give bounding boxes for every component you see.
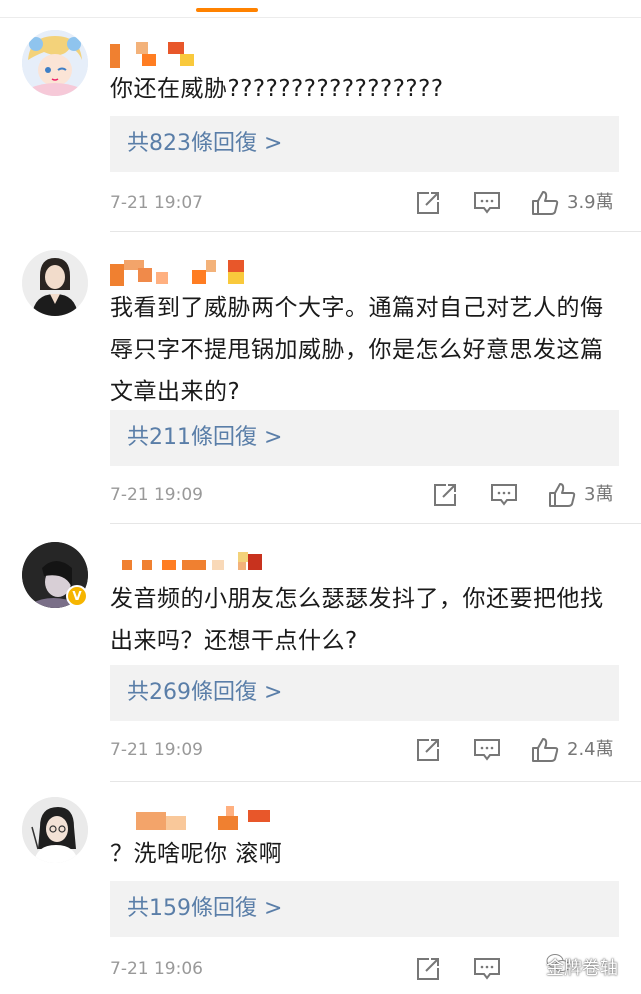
timestamp: 7-21 19:07	[110, 193, 203, 213]
like-count: 3萬	[584, 484, 614, 505]
comment-item: V 发音频的小朋友怎么瑟瑟发抖了，你还要把他找出来吗？还想干点什么? 共269條…	[0, 524, 641, 782]
comment-actions: 3萬	[432, 480, 627, 510]
share-icon[interactable]	[415, 956, 441, 986]
like-count: 3.9萬	[567, 192, 614, 213]
comment-actions: 3.9萬	[415, 188, 625, 218]
reply-count-link[interactable]: 共211條回復 >	[110, 410, 619, 466]
comment-item: 我看到了威胁两个大字。通篇对自己对艺人的侮辱只字不提甩锅加威胁，你是怎么好意思发…	[0, 232, 641, 524]
comment-icon[interactable]	[490, 482, 518, 512]
reply-count-link[interactable]: 共823條回復 >	[110, 116, 619, 172]
like-icon[interactable]	[531, 190, 559, 220]
comment-text: 发音频的小朋友怎么瑟瑟发抖了，你还要把他找出来吗？还想干点什么?	[110, 586, 604, 654]
reply-count-link[interactable]: 共159條回復 >	[110, 881, 619, 937]
like-icon[interactable]	[548, 482, 576, 512]
username-redacted[interactable]	[110, 42, 200, 70]
comment-actions: 2.4萬	[415, 735, 625, 765]
comment-icon[interactable]	[473, 737, 501, 767]
share-icon[interactable]	[415, 737, 441, 767]
comment-actions	[415, 954, 515, 984]
comment-text: ？洗啥呢你 滚啊	[110, 841, 283, 867]
comment-icon[interactable]	[473, 956, 501, 986]
watermark-text: 金牌卷轴	[546, 958, 618, 979]
timestamp: 7-21 19:06	[110, 959, 203, 979]
avatar[interactable]	[22, 250, 88, 316]
verified-badge: V	[66, 585, 88, 607]
username-redacted[interactable]	[110, 552, 262, 580]
share-icon[interactable]	[432, 482, 458, 512]
share-icon[interactable]	[415, 190, 441, 220]
comment-icon[interactable]	[473, 190, 501, 220]
timestamp: 7-21 19:09	[110, 485, 203, 505]
username-redacted[interactable]	[110, 806, 280, 834]
comment-text: 我看到了威胁两个大字。通篇对自己对艺人的侮辱只字不提甩锅加威胁，你是怎么好意思发…	[110, 295, 604, 405]
comment-item: ？洗啥呢你 滚啊 共159條回復 > 7-21 19:06	[0, 782, 641, 994]
username-redacted[interactable]	[110, 260, 250, 288]
like-count: 2.4萬	[567, 739, 614, 760]
timestamp: 7-21 19:09	[110, 740, 203, 760]
comment-item: 你还在威胁????????????????? 共823條回復 > 7-21 19…	[0, 0, 641, 232]
reply-count-link[interactable]: 共269條回復 >	[110, 665, 619, 721]
like-icon[interactable]	[531, 737, 559, 767]
avatar[interactable]	[22, 30, 88, 96]
avatar[interactable]	[22, 797, 88, 863]
comment-text: 你还在威胁?????????????????	[110, 76, 444, 102]
